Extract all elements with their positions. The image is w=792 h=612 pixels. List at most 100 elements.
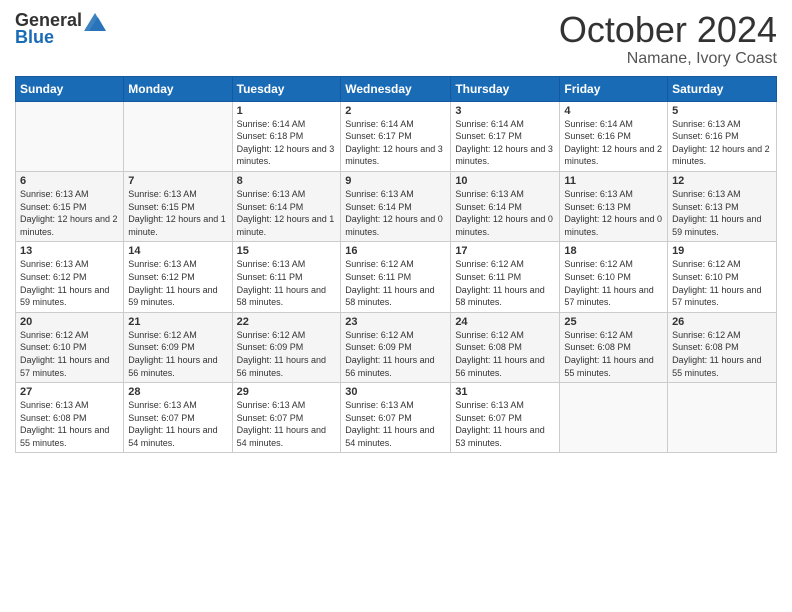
logo: General Blue [15, 10, 106, 48]
day-cell: 28Sunrise: 6:13 AMSunset: 6:07 PMDayligh… [124, 383, 232, 453]
day-number: 25 [564, 316, 663, 328]
week-row-3: 13Sunrise: 6:13 AMSunset: 6:12 PMDayligh… [16, 242, 777, 312]
day-info: Sunrise: 6:13 AMSunset: 6:14 PMDaylight:… [345, 188, 446, 238]
day-cell: 22Sunrise: 6:12 AMSunset: 6:09 PMDayligh… [232, 312, 341, 382]
day-cell: 10Sunrise: 6:13 AMSunset: 6:14 PMDayligh… [451, 171, 560, 241]
day-info: Sunrise: 6:14 AMSunset: 6:18 PMDaylight:… [237, 118, 337, 168]
day-info: Sunrise: 6:12 AMSunset: 6:08 PMDaylight:… [564, 329, 663, 379]
day-cell: 8Sunrise: 6:13 AMSunset: 6:14 PMDaylight… [232, 171, 341, 241]
day-number: 8 [237, 175, 337, 187]
day-number: 2 [345, 105, 446, 117]
day-cell: 31Sunrise: 6:13 AMSunset: 6:07 PMDayligh… [451, 383, 560, 453]
weekday-header-tuesday: Tuesday [232, 76, 341, 101]
day-number: 18 [564, 245, 663, 257]
day-number: 12 [672, 175, 772, 187]
day-number: 13 [20, 245, 119, 257]
day-cell: 26Sunrise: 6:12 AMSunset: 6:08 PMDayligh… [668, 312, 777, 382]
day-info: Sunrise: 6:13 AMSunset: 6:14 PMDaylight:… [455, 188, 555, 238]
day-cell: 19Sunrise: 6:12 AMSunset: 6:10 PMDayligh… [668, 242, 777, 312]
day-info: Sunrise: 6:12 AMSunset: 6:09 PMDaylight:… [345, 329, 446, 379]
day-info: Sunrise: 6:12 AMSunset: 6:10 PMDaylight:… [564, 258, 663, 308]
day-info: Sunrise: 6:13 AMSunset: 6:16 PMDaylight:… [672, 118, 772, 168]
weekday-header-wednesday: Wednesday [341, 76, 451, 101]
day-cell: 30Sunrise: 6:13 AMSunset: 6:07 PMDayligh… [341, 383, 451, 453]
day-cell: 5Sunrise: 6:13 AMSunset: 6:16 PMDaylight… [668, 101, 777, 171]
weekday-header-row: SundayMondayTuesdayWednesdayThursdayFrid… [16, 76, 777, 101]
day-number: 23 [345, 316, 446, 328]
day-number: 9 [345, 175, 446, 187]
day-cell: 13Sunrise: 6:13 AMSunset: 6:12 PMDayligh… [16, 242, 124, 312]
day-info: Sunrise: 6:13 AMSunset: 6:07 PMDaylight:… [345, 399, 446, 449]
day-info: Sunrise: 6:13 AMSunset: 6:15 PMDaylight:… [128, 188, 227, 238]
day-cell [560, 383, 668, 453]
day-number: 17 [455, 245, 555, 257]
day-cell: 15Sunrise: 6:13 AMSunset: 6:11 PMDayligh… [232, 242, 341, 312]
day-info: Sunrise: 6:12 AMSunset: 6:10 PMDaylight:… [20, 329, 119, 379]
day-info: Sunrise: 6:13 AMSunset: 6:11 PMDaylight:… [237, 258, 337, 308]
day-number: 14 [128, 245, 227, 257]
day-number: 4 [564, 105, 663, 117]
day-cell: 20Sunrise: 6:12 AMSunset: 6:10 PMDayligh… [16, 312, 124, 382]
day-cell: 3Sunrise: 6:14 AMSunset: 6:17 PMDaylight… [451, 101, 560, 171]
day-cell: 6Sunrise: 6:13 AMSunset: 6:15 PMDaylight… [16, 171, 124, 241]
day-number: 26 [672, 316, 772, 328]
title-area: October 2024 Namane, Ivory Coast [559, 10, 777, 68]
day-cell: 27Sunrise: 6:13 AMSunset: 6:08 PMDayligh… [16, 383, 124, 453]
day-number: 6 [20, 175, 119, 187]
day-cell: 12Sunrise: 6:13 AMSunset: 6:13 PMDayligh… [668, 171, 777, 241]
page: General Blue October 2024 Namane, Ivory … [0, 0, 792, 612]
weekday-header-sunday: Sunday [16, 76, 124, 101]
day-info: Sunrise: 6:12 AMSunset: 6:11 PMDaylight:… [455, 258, 555, 308]
day-cell: 17Sunrise: 6:12 AMSunset: 6:11 PMDayligh… [451, 242, 560, 312]
day-number: 27 [20, 386, 119, 398]
day-info: Sunrise: 6:14 AMSunset: 6:17 PMDaylight:… [345, 118, 446, 168]
day-info: Sunrise: 6:13 AMSunset: 6:15 PMDaylight:… [20, 188, 119, 238]
day-number: 24 [455, 316, 555, 328]
day-number: 16 [345, 245, 446, 257]
day-cell: 9Sunrise: 6:13 AMSunset: 6:14 PMDaylight… [341, 171, 451, 241]
day-number: 31 [455, 386, 555, 398]
day-number: 22 [237, 316, 337, 328]
day-number: 15 [237, 245, 337, 257]
day-info: Sunrise: 6:13 AMSunset: 6:07 PMDaylight:… [455, 399, 555, 449]
day-cell [124, 101, 232, 171]
day-number: 1 [237, 105, 337, 117]
weekday-header-friday: Friday [560, 76, 668, 101]
day-cell: 21Sunrise: 6:12 AMSunset: 6:09 PMDayligh… [124, 312, 232, 382]
day-cell: 7Sunrise: 6:13 AMSunset: 6:15 PMDaylight… [124, 171, 232, 241]
day-info: Sunrise: 6:13 AMSunset: 6:14 PMDaylight:… [237, 188, 337, 238]
week-row-2: 6Sunrise: 6:13 AMSunset: 6:15 PMDaylight… [16, 171, 777, 241]
month-title: October 2024 [559, 10, 777, 50]
day-number: 7 [128, 175, 227, 187]
day-info: Sunrise: 6:14 AMSunset: 6:17 PMDaylight:… [455, 118, 555, 168]
day-cell [16, 101, 124, 171]
day-info: Sunrise: 6:12 AMSunset: 6:10 PMDaylight:… [672, 258, 772, 308]
day-number: 11 [564, 175, 663, 187]
day-cell: 2Sunrise: 6:14 AMSunset: 6:17 PMDaylight… [341, 101, 451, 171]
day-info: Sunrise: 6:12 AMSunset: 6:11 PMDaylight:… [345, 258, 446, 308]
day-cell: 25Sunrise: 6:12 AMSunset: 6:08 PMDayligh… [560, 312, 668, 382]
day-info: Sunrise: 6:13 AMSunset: 6:13 PMDaylight:… [564, 188, 663, 238]
day-cell: 23Sunrise: 6:12 AMSunset: 6:09 PMDayligh… [341, 312, 451, 382]
week-row-5: 27Sunrise: 6:13 AMSunset: 6:08 PMDayligh… [16, 383, 777, 453]
day-cell [668, 383, 777, 453]
day-cell: 1Sunrise: 6:14 AMSunset: 6:18 PMDaylight… [232, 101, 341, 171]
day-number: 21 [128, 316, 227, 328]
day-info: Sunrise: 6:14 AMSunset: 6:16 PMDaylight:… [564, 118, 663, 168]
day-number: 20 [20, 316, 119, 328]
day-info: Sunrise: 6:12 AMSunset: 6:09 PMDaylight:… [128, 329, 227, 379]
day-cell: 29Sunrise: 6:13 AMSunset: 6:07 PMDayligh… [232, 383, 341, 453]
day-number: 5 [672, 105, 772, 117]
weekday-header-thursday: Thursday [451, 76, 560, 101]
day-cell: 24Sunrise: 6:12 AMSunset: 6:08 PMDayligh… [451, 312, 560, 382]
logo-blue-text: Blue [15, 27, 54, 48]
calendar: SundayMondayTuesdayWednesdayThursdayFrid… [15, 76, 777, 454]
day-number: 29 [237, 386, 337, 398]
day-info: Sunrise: 6:12 AMSunset: 6:09 PMDaylight:… [237, 329, 337, 379]
day-number: 30 [345, 386, 446, 398]
day-info: Sunrise: 6:13 AMSunset: 6:13 PMDaylight:… [672, 188, 772, 238]
day-info: Sunrise: 6:13 AMSunset: 6:07 PMDaylight:… [237, 399, 337, 449]
day-number: 10 [455, 175, 555, 187]
day-cell: 11Sunrise: 6:13 AMSunset: 6:13 PMDayligh… [560, 171, 668, 241]
week-row-4: 20Sunrise: 6:12 AMSunset: 6:10 PMDayligh… [16, 312, 777, 382]
